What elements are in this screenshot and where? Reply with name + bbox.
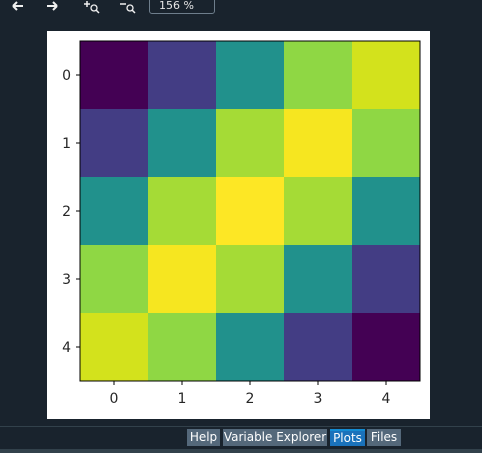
y-tick-label: 3 (62, 272, 71, 288)
heatmap-cell-1-1 (148, 109, 217, 178)
heatmap-cell-1-3 (284, 109, 353, 178)
x-tick-label: 0 (110, 391, 119, 407)
tab-files[interactable]: Files (367, 429, 401, 446)
bottom-strip (0, 449, 482, 453)
arrow-left-icon[interactable] (6, 0, 28, 14)
heatmap-cell-2-0 (80, 177, 149, 246)
heatmap-cell-4-1 (148, 313, 217, 382)
heatmap-cell-2-1 (148, 177, 217, 246)
heatmap-cell-0-1 (148, 41, 217, 110)
tab-help[interactable]: Help (187, 429, 220, 446)
heatmap-cell-3-3 (284, 245, 353, 314)
heatmap-cell-4-0 (80, 313, 149, 382)
heatmap-cell-2-4 (352, 177, 421, 246)
y-tick-label: 4 (62, 340, 71, 356)
y-tick-label: 2 (62, 204, 71, 220)
plots-toolbar: 156 % (0, 0, 482, 19)
heatmap-cell-2-3 (284, 177, 353, 246)
y-tick-label: 1 (62, 136, 71, 152)
zoom-out-icon[interactable] (117, 0, 139, 14)
heatmap-cell-0-3 (284, 41, 353, 110)
heatmap-cell-3-2 (216, 245, 285, 314)
heatmap-cell-3-4 (352, 245, 421, 314)
x-tick-label: 4 (382, 391, 391, 407)
x-tick-label: 2 (246, 391, 255, 407)
heatmap-cell-0-0 (80, 41, 149, 110)
tab-variable-explorer[interactable]: Variable Explorer (223, 429, 327, 446)
heatmap-cell-4-4 (352, 313, 421, 382)
plot-canvas: 0 1 2 3 4 0 1 2 3 4 (47, 31, 430, 419)
arrow-right-icon[interactable] (42, 0, 64, 14)
heatmap-cell-4-2 (216, 313, 285, 382)
heatmap-chart: 0 1 2 3 4 0 1 2 3 4 (62, 40, 421, 407)
heatmap-cell-0-2 (216, 41, 285, 110)
x-tick-label: 3 (314, 391, 323, 407)
zoom-in-icon[interactable] (81, 0, 103, 14)
x-tick-label: 1 (178, 391, 187, 407)
heatmap-cell-1-0 (80, 109, 149, 178)
y-tick-label: 0 (62, 68, 71, 84)
heatmap-cell-3-1 (148, 245, 217, 314)
heatmap-cell-2-2 (216, 177, 285, 246)
heatmap-cell-3-0 (80, 245, 149, 314)
heatmap-cell-1-2 (216, 109, 285, 178)
heatmap-cell-1-4 (352, 109, 421, 178)
zoom-level-field[interactable]: 156 % (149, 0, 215, 14)
heatmap-cell-4-3 (284, 313, 353, 382)
heatmap-cell-0-4 (352, 41, 421, 110)
tab-plots[interactable]: Plots (330, 429, 365, 446)
